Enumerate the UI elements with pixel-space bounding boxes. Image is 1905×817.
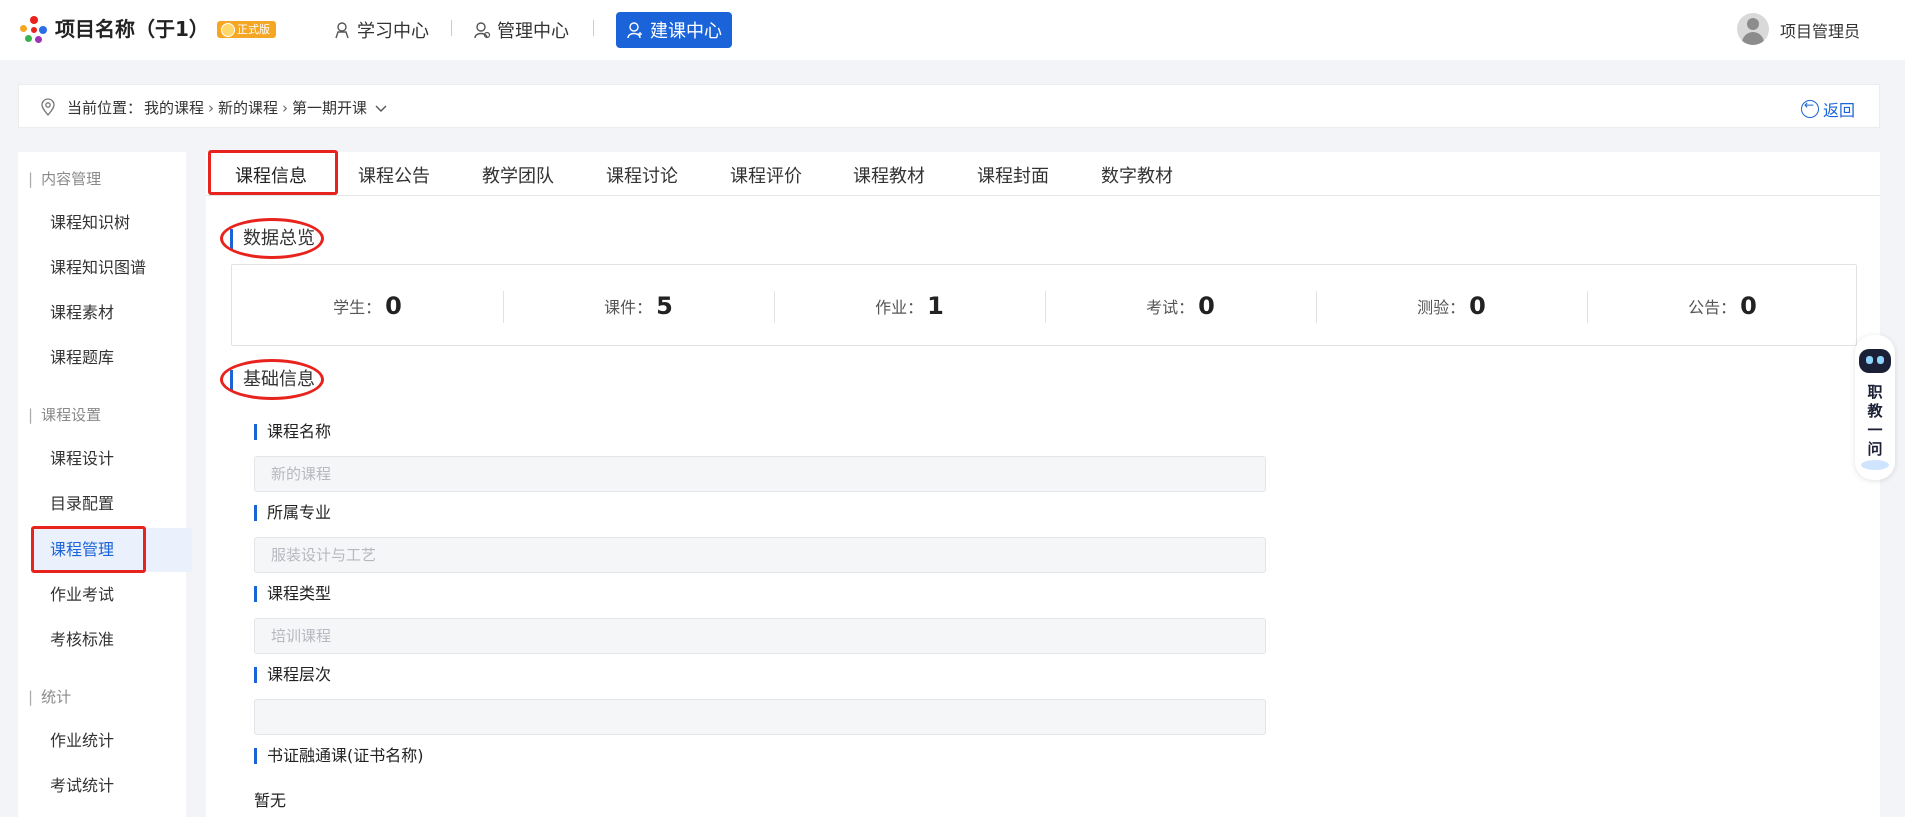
edition-badge: 正式版: [217, 21, 276, 38]
manage-icon: [473, 21, 491, 39]
sidebar: 内容管理 课程知识树 课程知识图谱 课程素材 课程题库 课程设置 课程设计 目录…: [18, 152, 192, 817]
certificate-value: 暂无: [254, 791, 287, 810]
tab-teaching-team[interactable]: 教学团队: [482, 162, 554, 188]
robot-base-decoration: [1861, 460, 1889, 470]
breadcrumb-item[interactable]: 第一期开课: [292, 97, 367, 118]
stat-value: 1: [927, 292, 944, 320]
assistant-widget[interactable]: 职教一问: [1855, 335, 1895, 480]
breadcrumb-prefix: 当前位置：: [67, 99, 143, 117]
breadcrumb-bar: 当前位置： 我的课程 › 新的课程 › 第一期开课 返回: [18, 84, 1880, 128]
location-pin-icon: [40, 98, 56, 117]
nav-build-center[interactable]: 建课中心: [616, 12, 732, 48]
tab-course-discussion[interactable]: 课程讨论: [606, 162, 678, 188]
field-label-major: 所属专业: [254, 505, 331, 521]
chevron-right-icon: ›: [208, 98, 215, 117]
breadcrumb: 当前位置： 我的课程 › 新的课程 › 第一期开课: [67, 97, 387, 118]
nav-manage-center[interactable]: 管理中心: [473, 12, 569, 48]
tab-course-textbook[interactable]: 课程教材: [853, 162, 925, 188]
stat-value: 0: [1469, 292, 1486, 320]
stat-students: 学生： 0: [232, 265, 503, 347]
stat-label: 作业：: [875, 298, 924, 317]
top-bar: 项目名称（于1） 正式版 学习中心 管理中心 建课中心 项目管理员: [0, 0, 1905, 60]
annotation-ellipse: [220, 359, 324, 400]
build-icon: [626, 21, 644, 39]
annotation-ellipse: [220, 218, 324, 259]
stat-value: 0: [1740, 292, 1757, 320]
sidebar-item-materials[interactable]: 课程素材: [50, 291, 192, 335]
chevron-right-icon: ›: [282, 98, 289, 117]
stat-label: 测验：: [1417, 298, 1466, 317]
nav-divider: [593, 20, 594, 36]
back-button[interactable]: 返回: [1800, 97, 1855, 121]
stat-notices: 公告： 0: [1587, 265, 1858, 347]
user-name[interactable]: 项目管理员: [1780, 18, 1860, 42]
stat-label: 考试：: [1146, 298, 1195, 317]
nav-build-label: 建课中心: [650, 21, 722, 42]
chevron-down-icon[interactable]: [375, 99, 387, 117]
stat-exams: 考试： 0: [1045, 265, 1316, 347]
sidebar-group-title: 内容管理: [28, 168, 101, 189]
stats-panel: 学生： 0 课件： 5 作业： 1 考试： 0 测验： 0 公告： 0: [231, 264, 1857, 346]
major-input[interactable]: 服装设计与工艺: [254, 537, 1266, 573]
course-name-input[interactable]: 新的课程: [254, 456, 1266, 492]
sidebar-item-catalog-config[interactable]: 目录配置: [50, 482, 192, 526]
sidebar-item-knowledge-graph[interactable]: 课程知识图谱: [50, 246, 192, 290]
tab-digital-textbook[interactable]: 数字教材: [1101, 162, 1173, 188]
nav-study-center[interactable]: 学习中心: [333, 12, 429, 48]
sidebar-item-exam-stats[interactable]: 考试统计: [50, 764, 192, 808]
sidebar-item-course-design[interactable]: 课程设计: [50, 437, 192, 481]
stat-homework: 作业： 1: [774, 265, 1045, 347]
stat-value: 0: [385, 292, 402, 320]
app-title: 项目名称（于1）: [55, 17, 209, 41]
stat-quizzes: 测验： 0: [1316, 265, 1587, 347]
nav-divider: [451, 20, 452, 36]
sidebar-item-assessment-standard[interactable]: 考核标准: [50, 618, 192, 662]
tab-course-review[interactable]: 课程评价: [730, 162, 802, 188]
sidebar-item-homework-exam[interactable]: 作业考试: [50, 573, 192, 617]
study-icon: [333, 21, 351, 39]
stat-label: 课件：: [604, 298, 653, 317]
breadcrumb-item[interactable]: 新的课程: [218, 97, 278, 118]
course-level-input[interactable]: [254, 699, 1266, 735]
user-avatar-icon[interactable]: [1737, 13, 1769, 45]
sidebar-group-title: 统计: [28, 686, 71, 707]
stat-value: 0: [1198, 292, 1215, 320]
nav-study-label: 学习中心: [357, 21, 429, 42]
back-circle-icon: [1800, 98, 1819, 118]
course-type-input[interactable]: 培训课程: [254, 618, 1266, 654]
stat-value: 5: [656, 292, 673, 320]
field-label-course-type: 课程类型: [254, 586, 331, 602]
annotation-box: [31, 526, 146, 573]
logo-icon: [20, 16, 48, 44]
stat-label: 学生：: [333, 298, 382, 317]
breadcrumb-item[interactable]: 我的课程: [144, 97, 204, 118]
assistant-label: 职教一问: [1867, 383, 1883, 458]
robot-icon: [1859, 349, 1891, 373]
field-label-course-name: 课程名称: [254, 424, 331, 440]
main-panel: 课程信息 课程公告 教学团队 课程讨论 课程评价 课程教材 课程封面 数字教材 …: [206, 150, 1880, 817]
field-label-certificate: 书证融通课(证书名称): [254, 748, 424, 764]
field-label-course-level: 课程层次: [254, 667, 331, 683]
sidebar-item-knowledge-tree[interactable]: 课程知识树: [50, 201, 192, 245]
sidebar-item-homework-stats[interactable]: 作业统计: [50, 719, 192, 763]
tab-course-cover[interactable]: 课程封面: [977, 162, 1049, 188]
nav-manage-label: 管理中心: [497, 21, 569, 42]
tab-course-notice[interactable]: 课程公告: [358, 162, 430, 188]
annotation-box: [208, 150, 338, 195]
sidebar-item-question-bank[interactable]: 课程题库: [50, 336, 192, 380]
tab-bar: 课程信息 课程公告 教学团队 课程讨论 课程评价 课程教材 课程封面 数字教材: [206, 152, 1880, 196]
back-label: 返回: [1822, 101, 1855, 120]
stat-courseware: 课件： 5: [503, 265, 774, 347]
stat-label: 公告：: [1688, 298, 1737, 317]
sidebar-group-title: 课程设置: [28, 404, 101, 425]
